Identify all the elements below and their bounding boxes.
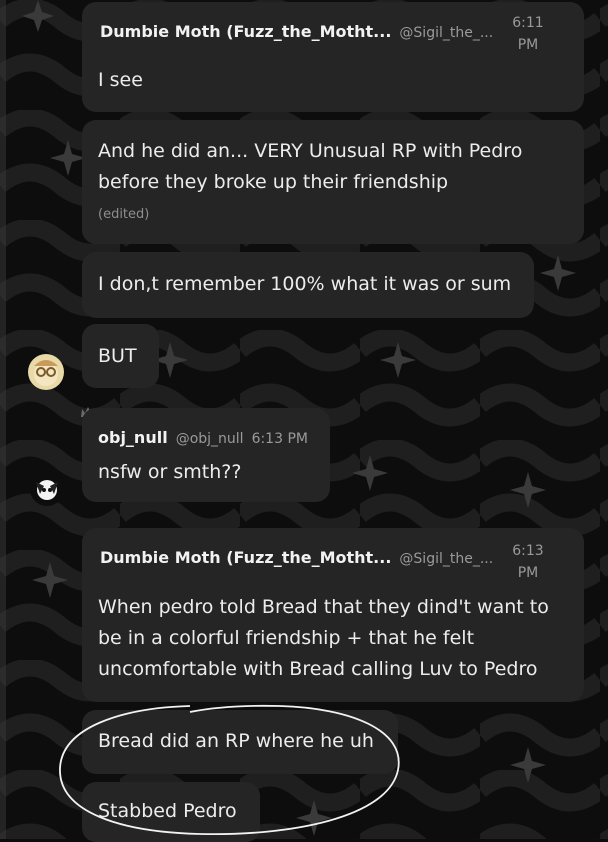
timestamp-ampm: PM	[517, 37, 539, 53]
message-bubble[interactable]: I don,t remember 100% what it was or sum	[82, 252, 534, 318]
author-name[interactable]: obj_null	[98, 428, 168, 447]
message-text: Stabbed Pedro	[98, 800, 237, 822]
message-text: I see	[98, 69, 143, 91]
message-text: I don,t remember 100% what it was or sum	[98, 273, 512, 295]
user-avatar[interactable]	[30, 472, 64, 506]
timestamp: 6:13 PM	[500, 540, 556, 584]
author-handle[interactable]: @Sigil_the_...	[399, 25, 493, 41]
message-line: be in a colorful friendship + that he fe…	[98, 627, 475, 649]
timestamp-ampm: PM	[517, 565, 539, 581]
avatar-face-icon	[34, 360, 58, 386]
message-bubble[interactable]: BUT	[82, 324, 159, 388]
message-header: Dumbie Moth (Fuzz_the_Motht... @Sigil_the…	[100, 548, 493, 567]
message-bubble[interactable]: Stabbed Pedro	[82, 782, 260, 842]
message-line: When pedro told Bread that they dind't w…	[98, 596, 549, 618]
message-text: And he did an... VERY Unusual RP with Pe…	[98, 136, 522, 198]
author-handle[interactable]: @obj_null	[176, 431, 244, 447]
message-line: And he did an... VERY Unusual RP with Pe…	[98, 140, 523, 162]
timestamp: 6:13 PM	[251, 431, 308, 447]
author-name[interactable]: Dumbie Moth (Fuzz_the_Motht...	[100, 22, 391, 41]
author-handle[interactable]: @Sigil_the_...	[399, 551, 493, 567]
message-line: before they broke up their friendship	[98, 171, 449, 193]
message-text: BUT	[98, 345, 137, 367]
message-text: When pedro told Bread that they dind't w…	[98, 592, 549, 685]
left-edge	[0, 0, 6, 839]
timestamp-time: 6:13	[512, 543, 544, 559]
avatar-character-icon	[36, 480, 58, 500]
edited-label: (edited)	[98, 207, 150, 222]
user-avatar[interactable]	[28, 354, 64, 390]
message-bubble[interactable]: And he did an... VERY Unusual RP with Pe…	[82, 120, 584, 244]
message-text: Bread did an RP where he uh	[98, 730, 374, 752]
message-bubble[interactable]: Dumbie Moth (Fuzz_the_Motht... @Sigil_the…	[82, 2, 584, 112]
message-bubble[interactable]: obj_null @obj_null 6:13 PM nsfw or smth??	[82, 408, 330, 502]
message-line: uncomfortable with Bread calling Luv to …	[98, 658, 538, 680]
message-bubble[interactable]: Dumbie Moth (Fuzz_the_Motht... @Sigil_the…	[82, 528, 584, 702]
timestamp-time: 6:11	[512, 15, 544, 31]
timestamp: 6:11 PM	[500, 12, 556, 56]
author-name[interactable]: Dumbie Moth (Fuzz_the_Motht...	[100, 548, 391, 567]
message-text: nsfw or smth??	[98, 461, 242, 483]
message-bubble[interactable]: Bread did an RP where he uh	[82, 710, 398, 774]
message-header: obj_null @obj_null 6:13 PM	[98, 428, 308, 447]
message-header: Dumbie Moth (Fuzz_the_Motht... @Sigil_the…	[100, 22, 493, 41]
